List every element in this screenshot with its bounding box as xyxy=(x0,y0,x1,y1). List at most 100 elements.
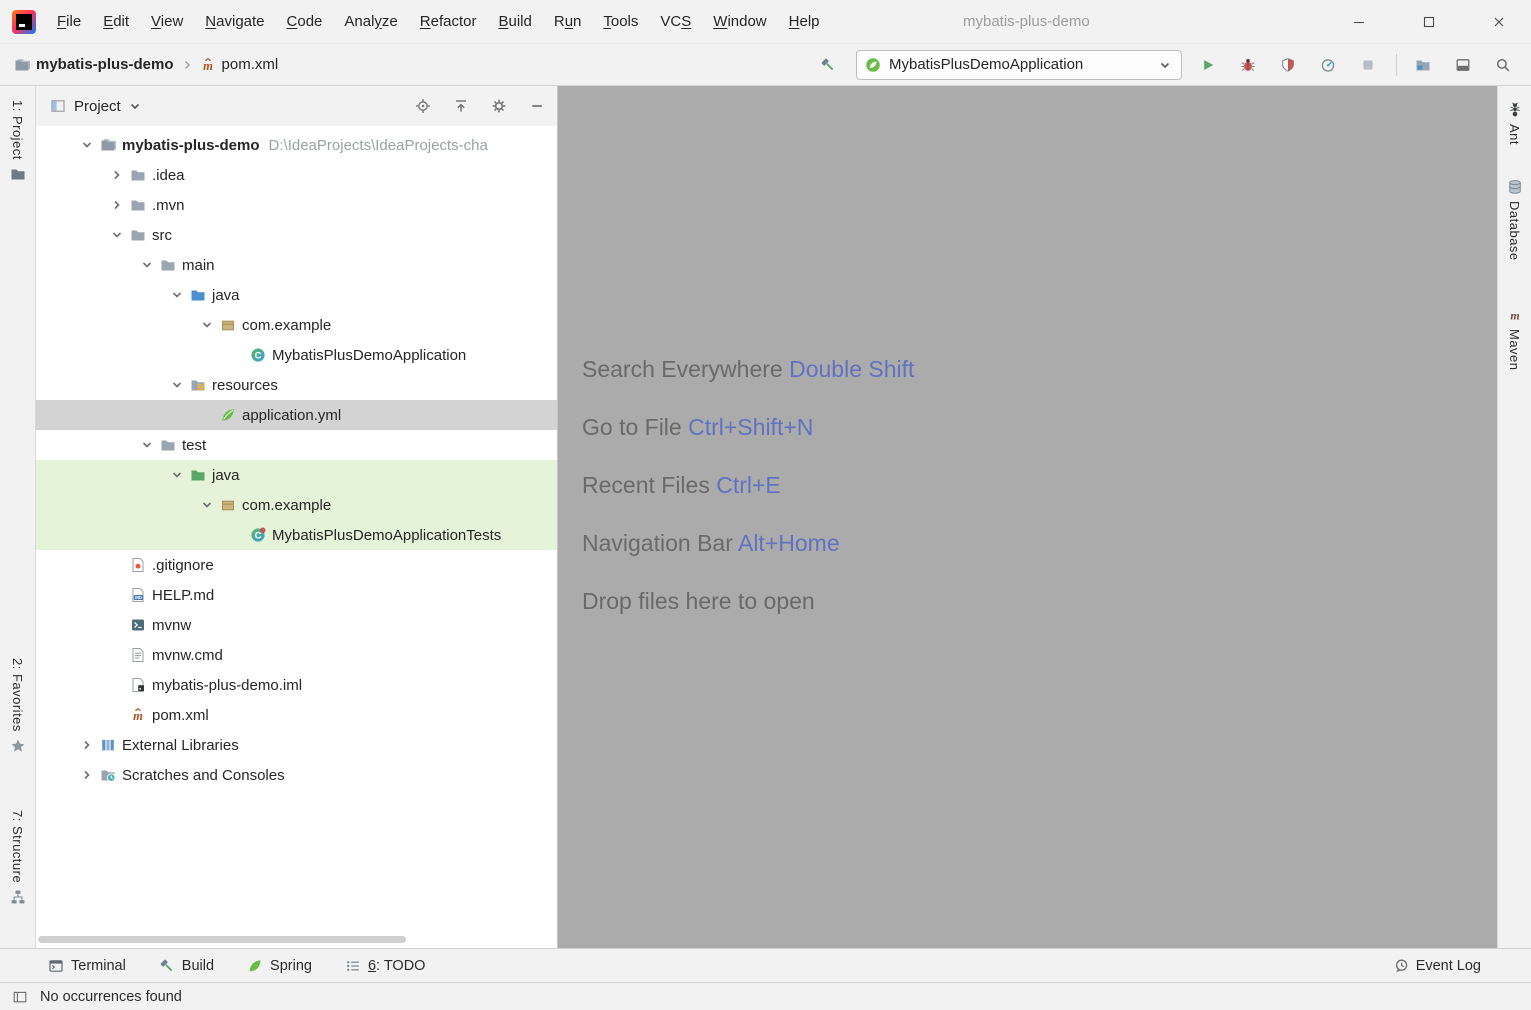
chevron-down-icon[interactable] xyxy=(104,227,130,243)
tree-node-label: External Libraries xyxy=(122,737,239,754)
close-button[interactable] xyxy=(1477,0,1521,43)
tool-window-button-event-log[interactable]: Event Log xyxy=(1393,958,1481,974)
tree-row-mybatisplusdemoapplicationtests[interactable]: CMybatisPlusDemoApplicationTests xyxy=(36,520,557,550)
tree-node-label: src xyxy=(152,227,172,244)
tool-window-button-6-todo[interactable]: 6: TODO xyxy=(345,958,426,974)
tree-row-java[interactable]: java xyxy=(36,460,557,490)
menu-refactor[interactable]: Refactor xyxy=(409,0,488,44)
tree-row-mybatis-plus-demo-iml[interactable]: mybatis-plus-demo.iml xyxy=(36,670,557,700)
status-widget-icon[interactable] xyxy=(12,989,28,1005)
editor-tip-recent-files: Recent Files Ctrl+E xyxy=(582,472,914,499)
tree-row-java[interactable]: java xyxy=(36,280,557,310)
event-log-label: Event Log xyxy=(1416,958,1481,974)
chevron-down-icon[interactable] xyxy=(164,287,190,303)
chevron-down-icon[interactable] xyxy=(164,467,190,483)
resources-folder-icon xyxy=(190,377,210,393)
build-hammer-button[interactable] xyxy=(814,51,842,79)
window-title: mybatis-plus-demo xyxy=(963,0,1090,44)
tree-row-mvn[interactable]: .mvn xyxy=(36,190,557,220)
tree-node-label: mvnw.cmd xyxy=(152,647,223,664)
tree-row-application-yml[interactable]: application.yml xyxy=(36,400,557,430)
menu-tools[interactable]: Tools xyxy=(592,0,649,44)
menu-navigate[interactable]: Navigate xyxy=(194,0,275,44)
tree-row-src[interactable]: src xyxy=(36,220,557,250)
chevron-down-icon[interactable] xyxy=(134,437,160,453)
menu-view[interactable]: View xyxy=(140,0,194,44)
chevron-right-icon[interactable] xyxy=(74,767,100,783)
chevron-down-icon[interactable] xyxy=(194,497,220,513)
coverage-icon xyxy=(1280,57,1296,73)
chevron-right-icon[interactable] xyxy=(104,197,130,213)
maximize-button[interactable] xyxy=(1407,0,1451,43)
tool-window-button-spring[interactable]: Spring xyxy=(247,958,312,974)
chevron-right-icon[interactable] xyxy=(74,737,100,753)
run-button[interactable] xyxy=(1194,51,1222,79)
menu-build[interactable]: Build xyxy=(487,0,542,44)
chevron-down-icon[interactable] xyxy=(74,137,100,153)
window-controls xyxy=(1311,0,1531,43)
menu-code[interactable]: Code xyxy=(276,0,334,44)
tool-stripe-button-maven[interactable]: mMaven xyxy=(1507,307,1523,371)
locate-file-button[interactable] xyxy=(415,98,431,114)
script-file-icon xyxy=(130,647,150,663)
tool-stripe-button-7-structure[interactable]: 7: Structure xyxy=(10,810,26,905)
window-minimize-icon xyxy=(1351,14,1367,30)
tool-window-label: Terminal xyxy=(71,958,126,974)
menu-window[interactable]: Window xyxy=(702,0,777,44)
search-everywhere-button[interactable] xyxy=(1489,51,1517,79)
tree-row-external-libraries[interactable]: External Libraries xyxy=(36,730,557,760)
editor-area: Search Everywhere Double ShiftGo to File… xyxy=(558,86,1497,948)
profiler-button[interactable] xyxy=(1314,51,1342,79)
tree-row-test[interactable]: test xyxy=(36,430,557,460)
tree-row-mvnw[interactable]: mvnw xyxy=(36,610,557,640)
collapse-all-button[interactable] xyxy=(453,98,469,114)
tool-window-button-terminal[interactable]: Terminal xyxy=(48,958,126,974)
hide-panel-button[interactable] xyxy=(529,98,545,114)
tree-row-main[interactable]: main xyxy=(36,250,557,280)
editor-tip-go-to-file: Go to File Ctrl+Shift+N xyxy=(582,414,914,441)
tree-row-gitignore[interactable]: .gitignore xyxy=(36,550,557,580)
chevron-down-icon[interactable] xyxy=(194,317,220,333)
run-configuration-select[interactable]: MybatisPlusDemoApplication xyxy=(856,50,1182,80)
menu-file[interactable]: File xyxy=(46,0,92,44)
tree-row-help-md[interactable]: MDHELP.md xyxy=(36,580,557,610)
menu-edit[interactable]: Edit xyxy=(92,0,140,44)
menu-analyze[interactable]: Analyze xyxy=(333,0,408,44)
window-close-icon xyxy=(1491,14,1507,30)
tool-stripe-button-ant[interactable]: Ant xyxy=(1507,102,1523,145)
event-log-icon xyxy=(1393,958,1409,974)
tool-window-button-build[interactable]: Build xyxy=(159,958,214,974)
menu-help[interactable]: Help xyxy=(778,0,831,44)
tree-row-mybatisplusdemoapplication[interactable]: CMybatisPlusDemoApplication xyxy=(36,340,557,370)
debug-button[interactable] xyxy=(1234,51,1262,79)
breadcrumb-item-mybatis-plus-demo[interactable]: mybatis-plus-demo xyxy=(14,56,174,73)
tool-stripe-button-2-favorites[interactable]: 2: Favorites xyxy=(10,658,26,754)
breadcrumb-item-pom-xml[interactable]: mpom.xml xyxy=(200,56,279,73)
tree-row-resources[interactable]: resources xyxy=(36,370,557,400)
project-view-selector[interactable]: Project xyxy=(74,98,121,115)
minimize-button[interactable] xyxy=(1337,0,1381,43)
tree-row-com-example[interactable]: com.example xyxy=(36,490,557,520)
project-structure-button[interactable] xyxy=(1409,51,1437,79)
chevron-right-icon[interactable] xyxy=(104,167,130,183)
toolbar-right: MybatisPlusDemoApplication xyxy=(802,50,1517,80)
tool-stripe-button-1-project[interactable]: 1: Project xyxy=(10,100,26,182)
horizontal-scrollbar-thumb[interactable] xyxy=(38,936,406,943)
chevron-down-icon[interactable] xyxy=(134,257,160,273)
tool-stripe-button-database[interactable]: Database xyxy=(1507,179,1523,261)
menu-run[interactable]: Run xyxy=(543,0,593,44)
tree-row-com-example[interactable]: com.example xyxy=(36,310,557,340)
tree-row-mvnw-cmd[interactable]: mvnw.cmd xyxy=(36,640,557,670)
settings-button[interactable] xyxy=(491,98,507,114)
project-node-icon xyxy=(100,137,120,153)
tree-row-pom-xml[interactable]: mpom.xml xyxy=(36,700,557,730)
tree-row-idea[interactable]: .idea xyxy=(36,160,557,190)
menu-vcs[interactable]: VCS xyxy=(649,0,702,44)
chevron-down-icon[interactable] xyxy=(127,98,143,114)
chevron-down-icon[interactable] xyxy=(164,377,190,393)
tool-windows-button[interactable] xyxy=(1449,51,1477,79)
tree-row-mybatis-plus-demo[interactable]: mybatis-plus-demoD:\IdeaProjects\IdeaPro… xyxy=(36,130,557,160)
run-with-coverage-button[interactable] xyxy=(1274,51,1302,79)
tree-row-scratches-and-consoles[interactable]: Scratches and Consoles xyxy=(36,760,557,790)
class-icon: C xyxy=(250,347,270,363)
